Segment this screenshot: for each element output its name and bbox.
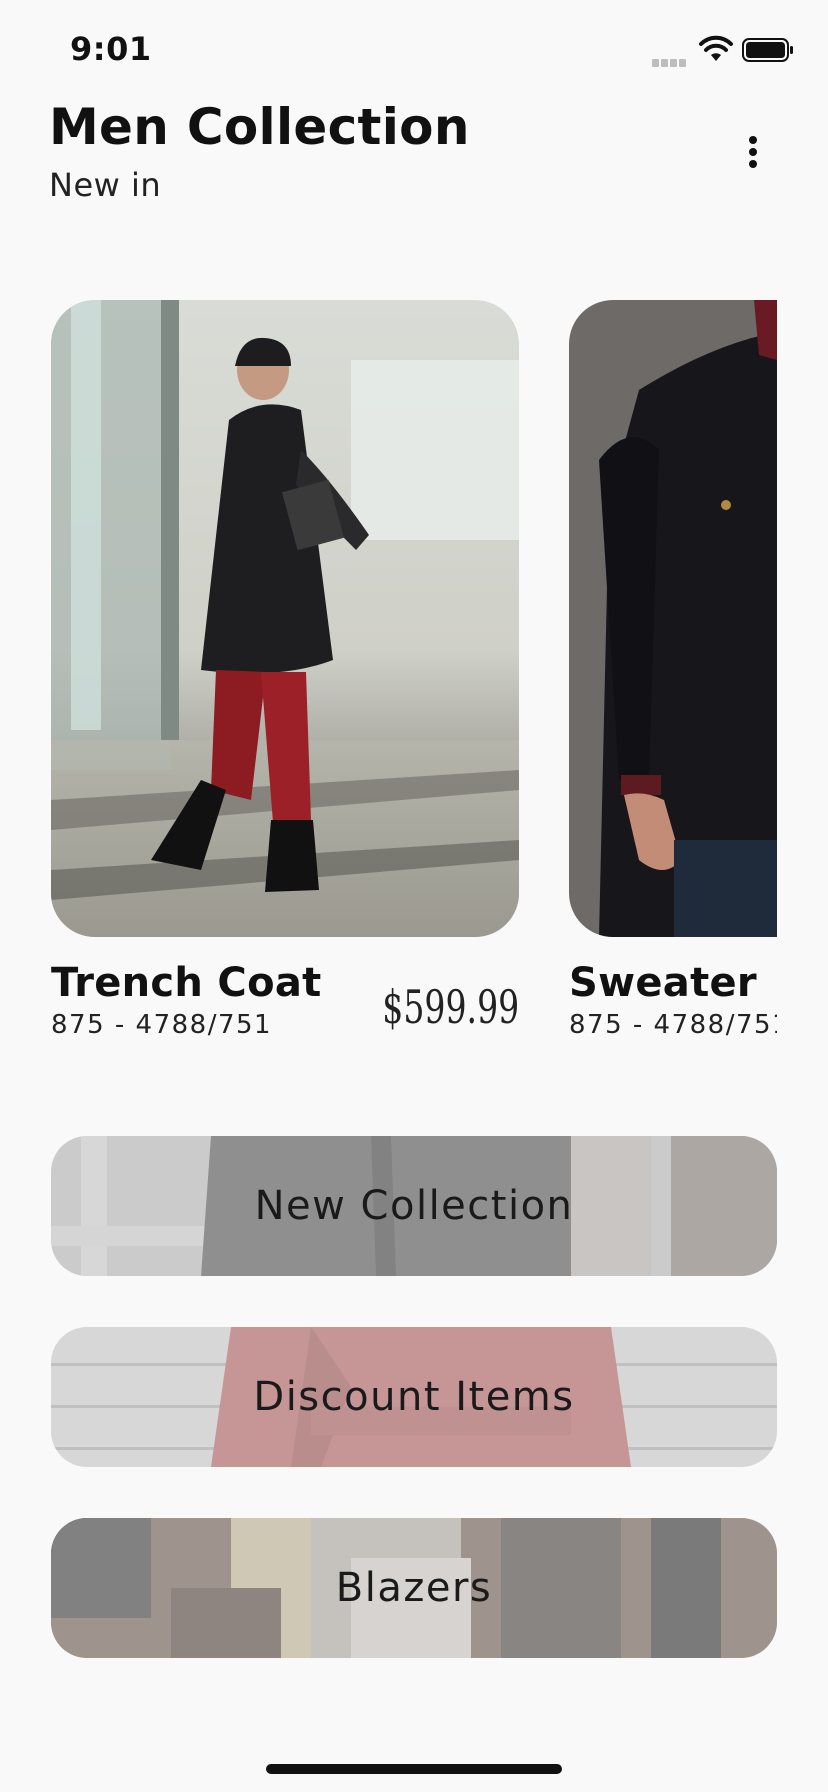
product-carousel[interactable]: Trench Coat 875 - 4788/751 $599.99 Sweat… xyxy=(0,300,777,1060)
product-price: $599.99 xyxy=(382,980,519,1034)
more-vertical-icon[interactable] xyxy=(736,130,770,174)
product-sku: 875 - 4788/751 xyxy=(569,1010,777,1040)
page-subtitle: New in xyxy=(49,166,162,204)
category-label: New Collection xyxy=(254,1183,574,1229)
category-label: Blazers xyxy=(335,1565,493,1611)
trench-coat-photo xyxy=(51,300,519,937)
app-screen: 9:01 Men Collection New in Trench Coat 8… xyxy=(0,0,828,1792)
wifi-icon xyxy=(699,35,733,61)
product-sku: 875 - 4788/751 xyxy=(51,1010,273,1040)
product-card-trench-coat[interactable]: Trench Coat 875 - 4788/751 $599.99 xyxy=(51,300,519,1040)
product-image[interactable] xyxy=(569,300,777,937)
cellular-signal-icon xyxy=(652,52,692,67)
page-title: Men Collection xyxy=(49,98,470,156)
sweater-photo xyxy=(569,300,777,937)
status-bar: 9:01 xyxy=(0,0,828,100)
product-card-sweater[interactable]: Sweater 875 - 4788/751 xyxy=(569,300,777,1040)
product-name: Trench Coat xyxy=(51,960,322,1006)
battery-icon xyxy=(742,38,793,62)
category-new-collection-button[interactable]: New Collection xyxy=(51,1136,777,1276)
product-image[interactable] xyxy=(51,300,519,937)
category-blazers-button[interactable]: Blazers xyxy=(51,1518,777,1658)
category-label: Discount Items xyxy=(253,1374,575,1420)
status-time: 9:01 xyxy=(70,30,152,68)
category-discount-items-button[interactable]: Discount Items xyxy=(51,1327,777,1467)
product-name: Sweater xyxy=(569,960,757,1006)
home-indicator[interactable] xyxy=(266,1764,562,1774)
